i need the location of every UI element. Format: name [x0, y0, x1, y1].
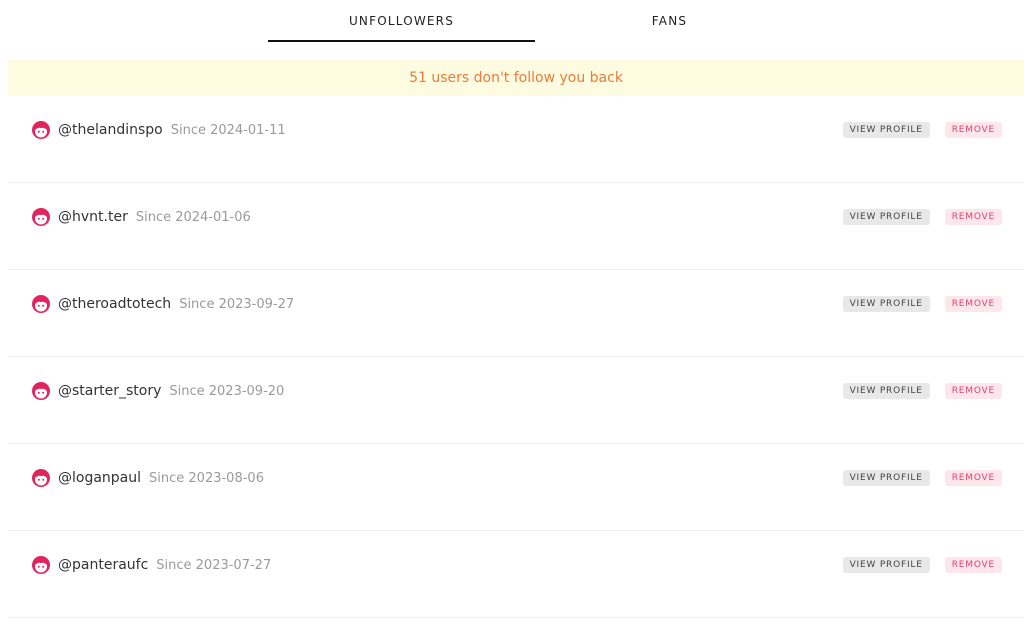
tab-bar: UNFOLLOWERS FANS — [0, 0, 1024, 42]
remove-button[interactable]: REMOVE — [944, 209, 1002, 225]
list-item: @loganpaul Since 2023-08-06 VIEW PROFILE… — [8, 444, 1024, 531]
view-profile-button[interactable]: VIEW PROFILE — [842, 296, 930, 312]
username: @starter_story — [58, 383, 162, 399]
remove-button[interactable]: REMOVE — [944, 470, 1002, 486]
since-date: Since 2023-09-27 — [179, 296, 295, 312]
username: @panteraufc — [58, 557, 149, 573]
user-list: @thelandinspo Since 2024-01-11 VIEW PROF… — [8, 96, 1024, 618]
since-date: Since 2024-01-11 — [170, 122, 286, 138]
avatar-icon — [32, 469, 50, 487]
since-date: Since 2023-07-27 — [156, 557, 272, 573]
avatar-icon — [32, 382, 50, 400]
view-profile-button[interactable]: VIEW PROFILE — [842, 557, 930, 573]
avatar-icon — [32, 556, 50, 574]
avatar-icon — [32, 208, 50, 226]
remove-button[interactable]: REMOVE — [944, 122, 1002, 138]
remove-button[interactable]: REMOVE — [944, 557, 1002, 573]
username: @thelandinspo — [58, 122, 163, 138]
list-item: @thelandinspo Since 2024-01-11 VIEW PROF… — [8, 96, 1024, 183]
since-date: Since 2023-09-20 — [169, 383, 285, 399]
since-date: Since 2024-01-06 — [135, 209, 251, 225]
view-profile-button[interactable]: VIEW PROFILE — [842, 122, 930, 138]
tab-fans[interactable]: FANS — [536, 0, 803, 42]
avatar-icon — [32, 121, 50, 139]
list-item: @starter_story Since 2023-09-20 VIEW PRO… — [8, 357, 1024, 444]
view-profile-button[interactable]: VIEW PROFILE — [842, 209, 930, 225]
avatar-icon — [32, 295, 50, 313]
username: @hvnt.ter — [58, 209, 128, 225]
view-profile-button[interactable]: VIEW PROFILE — [842, 383, 930, 399]
list-item: @theroadtotech Since 2023-09-27 VIEW PRO… — [8, 270, 1024, 357]
unfollowers-count-banner: 51 users don't follow you back — [8, 60, 1024, 96]
since-date: Since 2023-08-06 — [149, 470, 264, 486]
username: @theroadtotech — [58, 296, 172, 312]
remove-button[interactable]: REMOVE — [944, 383, 1002, 399]
tab-unfollowers[interactable]: UNFOLLOWERS — [268, 0, 535, 42]
view-profile-button[interactable]: VIEW PROFILE — [842, 470, 930, 486]
username: @loganpaul — [58, 470, 142, 486]
list-item: @panteraufc Since 2023-07-27 VIEW PROFIL… — [8, 531, 1024, 618]
remove-button[interactable]: REMOVE — [944, 296, 1002, 312]
list-item: @hvnt.ter Since 2024-01-06 VIEW PROFILE … — [8, 183, 1024, 270]
